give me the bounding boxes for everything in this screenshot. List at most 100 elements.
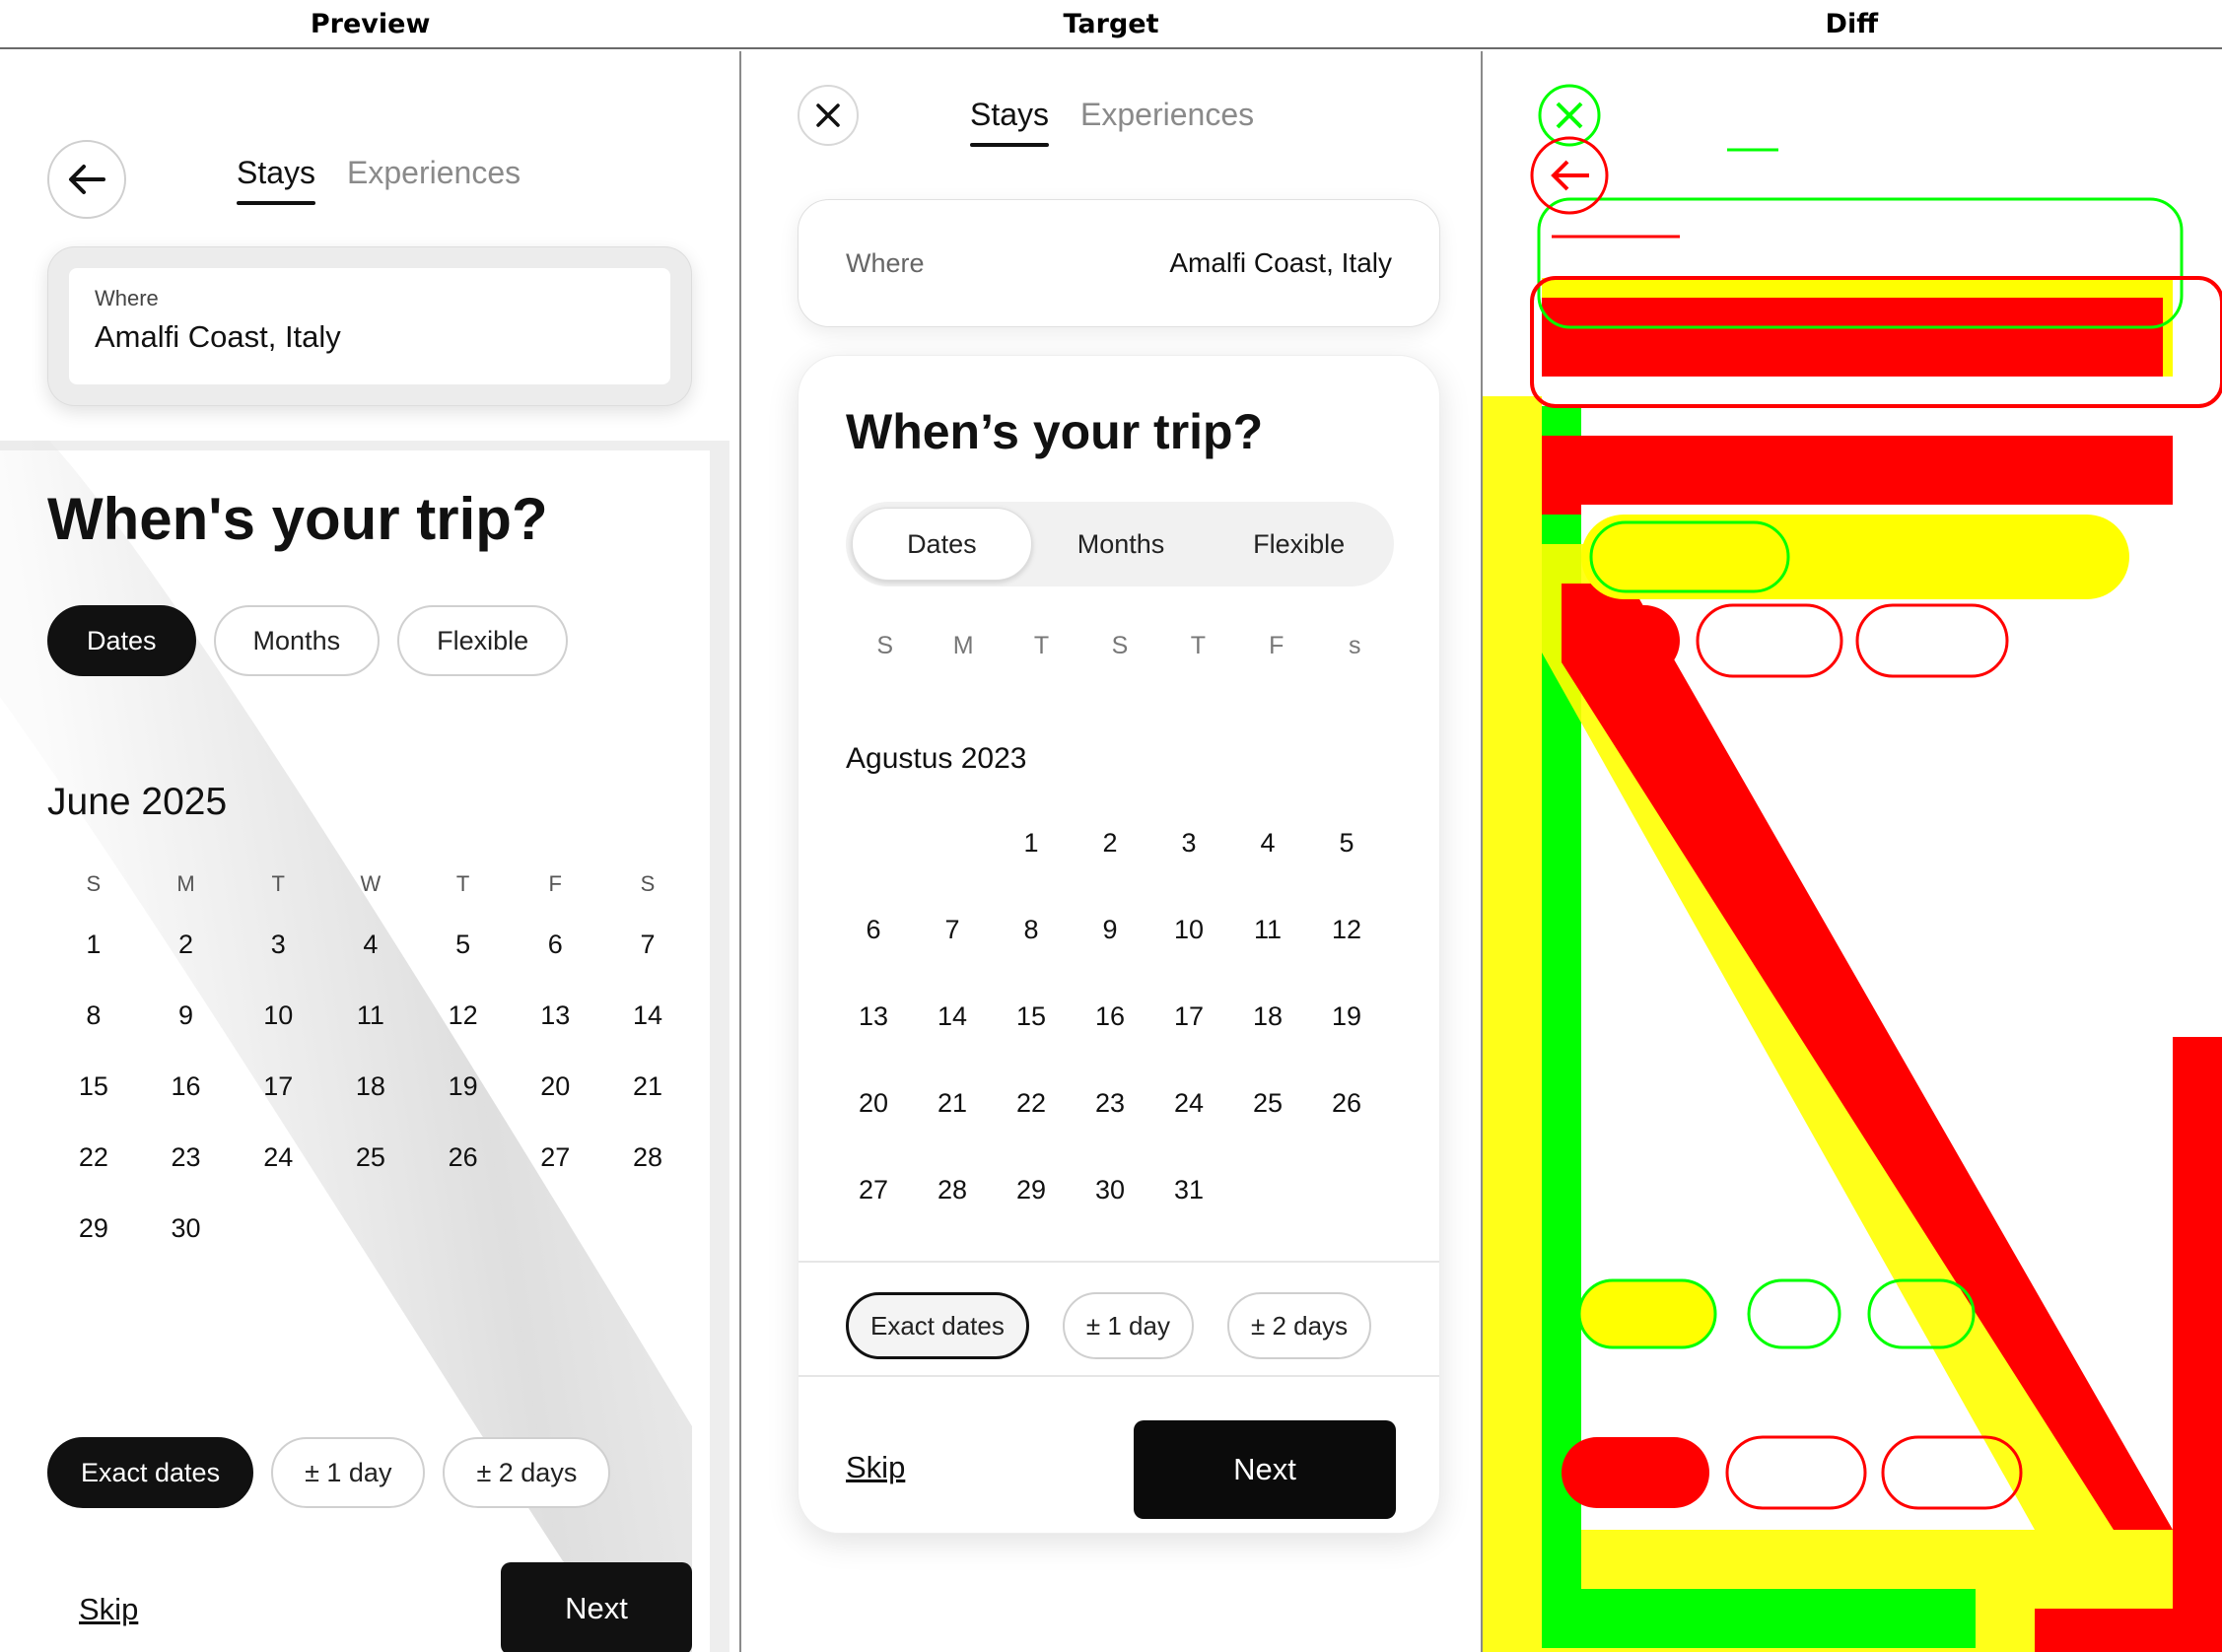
flex-1-day[interactable]: ± 1 day	[1062, 1292, 1194, 1359]
calendar-day[interactable]: 11	[324, 980, 417, 1051]
calendar-day[interactable]: 8	[47, 980, 140, 1051]
calendar-week-row: 1234567	[47, 909, 694, 980]
tab-experiences[interactable]: Experiences	[347, 155, 521, 203]
calendar-day[interactable]: 28	[913, 1175, 992, 1205]
back-button[interactable]	[47, 140, 126, 219]
calendar-day[interactable]: 27	[509, 1122, 601, 1193]
calendar-day[interactable]: 20	[509, 1051, 601, 1122]
weekday-label: T	[271, 871, 285, 896]
calendar-day[interactable]: 24	[232, 1122, 324, 1193]
calendar-day[interactable]: 22	[47, 1122, 140, 1193]
calendar-day[interactable]: 17	[1149, 1001, 1228, 1032]
calendar-week-row: 6 7 8 9 10 11 12	[834, 886, 1386, 973]
calendar-day[interactable]: 8	[992, 915, 1071, 945]
calendar-day[interactable]: 26	[417, 1122, 510, 1193]
flex-1-day[interactable]: ± 1 day	[271, 1437, 426, 1508]
skip-link[interactable]: Skip	[846, 1450, 905, 1485]
calendar-day[interactable]: 2	[140, 909, 233, 980]
calendar-day[interactable]: 25	[1228, 1088, 1307, 1119]
calendar-day[interactable]: 20	[834, 1088, 913, 1119]
calendar-day[interactable]: 13	[509, 980, 601, 1051]
where-card[interactable]: Where Amalfi Coast, Italy	[47, 246, 692, 406]
next-button[interactable]: Next	[501, 1562, 692, 1652]
segment-flexible[interactable]: Flexible	[397, 605, 569, 676]
calendar-day[interactable]: 12	[417, 980, 510, 1051]
calendar-day[interactable]: 6	[834, 915, 913, 945]
calendar-day[interactable]: 11	[1228, 915, 1307, 945]
flex-2-days[interactable]: ± 2 days	[443, 1437, 611, 1508]
calendar-day[interactable]: 27	[834, 1175, 913, 1205]
weekday-label: F	[548, 871, 562, 896]
calendar-day[interactable]: 31	[1149, 1175, 1228, 1205]
calendar-empty-cell	[509, 1193, 601, 1264]
tab-experiences[interactable]: Experiences	[1080, 97, 1254, 145]
calendar-day[interactable]: 10	[232, 980, 324, 1051]
calendar-day[interactable]: 5	[417, 909, 510, 980]
calendar-day[interactable]: 6	[509, 909, 601, 980]
calendar-day[interactable]: 14	[601, 980, 694, 1051]
calendar-week-row: 13 14 15 16 17 18 19	[834, 973, 1386, 1060]
calendar-day[interactable]: 18	[1228, 1001, 1307, 1032]
calendar-day[interactable]: 18	[324, 1051, 417, 1122]
calendar-day[interactable]: 30	[1071, 1175, 1149, 1205]
calendar-day[interactable]: 19	[417, 1051, 510, 1122]
segment-dates[interactable]: Dates	[852, 508, 1032, 581]
calendar-day[interactable]: 26	[1307, 1088, 1386, 1119]
segment-months[interactable]: Months	[213, 605, 381, 676]
calendar-day[interactable]: 19	[1307, 1001, 1386, 1032]
flex-exact-dates[interactable]: Exact dates	[846, 1292, 1029, 1359]
calendar-day[interactable]: 7	[601, 909, 694, 980]
calendar-day[interactable]: 28	[601, 1122, 694, 1193]
calendar-day[interactable]: 12	[1307, 915, 1386, 945]
calendar-day[interactable]: 30	[140, 1193, 233, 1264]
segment-flexible[interactable]: Flexible	[1210, 508, 1388, 581]
calendar-day[interactable]: 29	[992, 1175, 1071, 1205]
diff-panel	[1483, 51, 2222, 1652]
calendar-day[interactable]: 3	[1149, 828, 1228, 859]
segment-months[interactable]: Months	[1032, 508, 1211, 581]
header-preview: Preview	[310, 8, 431, 39]
calendar-day[interactable]: 1	[47, 909, 140, 980]
calendar-day[interactable]: 21	[601, 1051, 694, 1122]
calendar-day[interactable]: 21	[913, 1088, 992, 1119]
calendar-day[interactable]: 23	[1071, 1088, 1149, 1119]
calendar-day[interactable]: 5	[1307, 828, 1386, 859]
calendar-day[interactable]: 29	[47, 1193, 140, 1264]
where-field[interactable]: Where Amalfi Coast, Italy	[69, 268, 670, 384]
calendar-day[interactable]: 4	[1228, 828, 1307, 859]
calendar-day[interactable]: 16	[140, 1051, 233, 1122]
where-field[interactable]: Where Amalfi Coast, Italy	[798, 199, 1440, 327]
calendar-day[interactable]: 24	[1149, 1088, 1228, 1119]
weekday-row: S M T W T F S	[47, 860, 694, 909]
skip-link[interactable]: Skip	[79, 1592, 138, 1627]
calendar-day[interactable]: 25	[324, 1122, 417, 1193]
calendar-day[interactable]: 2	[1071, 828, 1149, 859]
calendar-day[interactable]: 7	[913, 915, 992, 945]
calendar-day[interactable]: 16	[1071, 1001, 1149, 1032]
calendar-day[interactable]: 9	[1071, 915, 1149, 945]
weekday-label: T	[455, 871, 470, 896]
calendar-day[interactable]: 23	[140, 1122, 233, 1193]
calendar-grid: 1 2 3 4 5 6 7 8 9 10 11 12 13 14 15 16 17 18 19 20 21 22 23 24 2…	[834, 799, 1386, 1233]
calendar-day[interactable]: 4	[324, 909, 417, 980]
calendar-day[interactable]: 17	[232, 1051, 324, 1122]
tab-stays[interactable]: Stays	[237, 155, 316, 205]
calendar-day[interactable]: 15	[47, 1051, 140, 1122]
segment-dates[interactable]: Dates	[47, 605, 196, 676]
divider	[799, 1261, 1439, 1263]
tab-stays[interactable]: Stays	[970, 97, 1050, 147]
calendar-day[interactable]: 9	[140, 980, 233, 1051]
flex-exact-dates[interactable]: Exact dates	[47, 1437, 254, 1508]
calendar-day[interactable]: 14	[913, 1001, 992, 1032]
calendar-day[interactable]: 13	[834, 1001, 913, 1032]
calendar-day[interactable]: 10	[1149, 915, 1228, 945]
calendar-day[interactable]: 15	[992, 1001, 1071, 1032]
where-value: Amalfi Coast, Italy	[95, 319, 341, 354]
calendar-day[interactable]: 22	[992, 1088, 1071, 1119]
next-button[interactable]: Next	[1134, 1420, 1396, 1519]
flex-2-days[interactable]: ± 2 days	[1226, 1292, 1372, 1359]
target-panel: Stays Experiences Where Amalfi Coast, It…	[741, 51, 1481, 1652]
calendar-day[interactable]: 3	[232, 909, 324, 980]
calendar-day[interactable]: 1	[992, 828, 1071, 859]
close-button[interactable]	[798, 85, 859, 146]
